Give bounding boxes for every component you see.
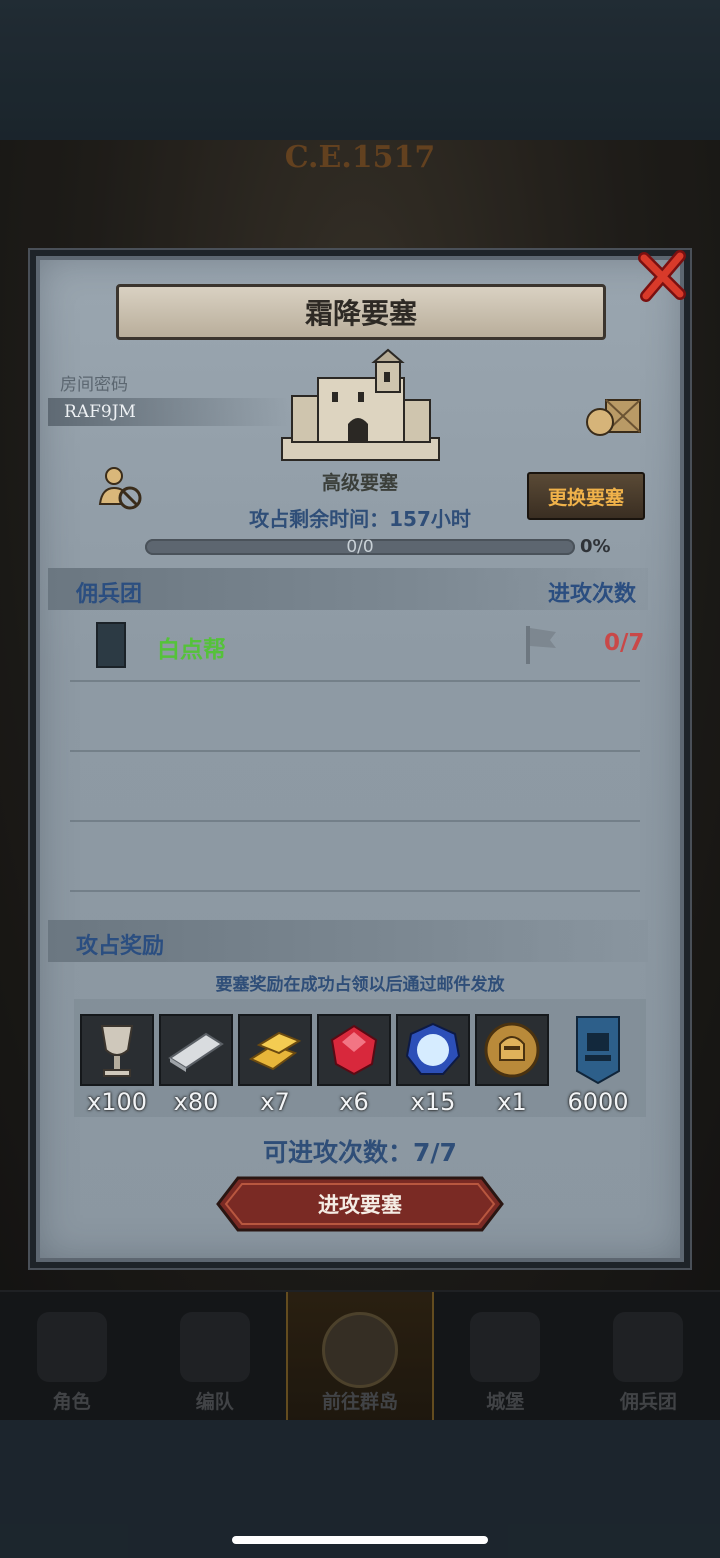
guild-name[interactable]: 白点帮 xyxy=(157,630,226,664)
fortress-icon xyxy=(281,348,440,461)
reward-qty: x80 xyxy=(173,1088,219,1116)
time-remaining: 攻占剩余时间：157小时 xyxy=(249,507,471,531)
room-code-value: RAF9JM xyxy=(64,402,136,422)
reward-item[interactable]: x100 xyxy=(80,1014,154,1116)
reward-qty: x6 xyxy=(339,1088,369,1116)
reward-item[interactable]: x6 xyxy=(317,1014,391,1116)
dialog-title: 霜降要塞 xyxy=(116,284,606,340)
silver-bar-icon xyxy=(159,1014,233,1086)
reward-item[interactable]: x15 xyxy=(396,1014,470,1116)
ruby-icon xyxy=(317,1014,391,1086)
attack-count-header: 进攻次数 xyxy=(548,582,637,607)
gold-bars-icon xyxy=(238,1014,312,1086)
reward-note: 要塞奖励在成功占领以后通过邮件发放 xyxy=(215,975,505,995)
reward-qty: x15 xyxy=(410,1088,456,1116)
no-person-icon[interactable] xyxy=(96,464,144,512)
goblet-icon xyxy=(80,1014,154,1086)
guild-attack-count: 0/7 xyxy=(604,630,645,656)
progress-percent: 0% xyxy=(580,536,611,557)
row-divider xyxy=(70,750,640,752)
reward-item[interactable]: x80 xyxy=(159,1014,233,1116)
fortress-type: 高级要塞 xyxy=(321,472,398,494)
reward-item[interactable]: 6000 xyxy=(562,1014,634,1116)
close-icon[interactable] xyxy=(636,250,688,302)
row-divider xyxy=(70,890,640,892)
golden-helmet-icon xyxy=(475,1014,549,1086)
rewards-header: 攻占奖励 xyxy=(76,934,165,959)
flag-icon xyxy=(526,626,556,664)
reward-qty: x100 xyxy=(86,1088,147,1116)
reward-qty: 6000 xyxy=(567,1088,629,1116)
mercenary-header: 佣兵团 xyxy=(76,582,143,607)
fort-banner-icon xyxy=(562,1014,634,1086)
blue-crystal-icon xyxy=(396,1014,470,1086)
loot-bag-icon[interactable] xyxy=(584,392,644,438)
row-divider xyxy=(70,820,640,822)
reward-qty: x7 xyxy=(260,1088,290,1116)
reward-qty: x1 xyxy=(497,1088,527,1116)
progress-text: 0/0 xyxy=(346,537,374,557)
attacks-available: 可进攻次数：7/7 xyxy=(263,1138,457,1167)
attack-button-label[interactable]: 进攻要塞 xyxy=(216,1176,504,1232)
home-indicator[interactable] xyxy=(232,1536,488,1544)
row-divider xyxy=(70,680,640,682)
room-code-label: 房间密码 xyxy=(60,375,128,395)
reward-item[interactable]: x7 xyxy=(238,1014,312,1116)
reward-item[interactable]: x1 xyxy=(475,1014,549,1116)
guild-banner-icon xyxy=(96,622,126,668)
